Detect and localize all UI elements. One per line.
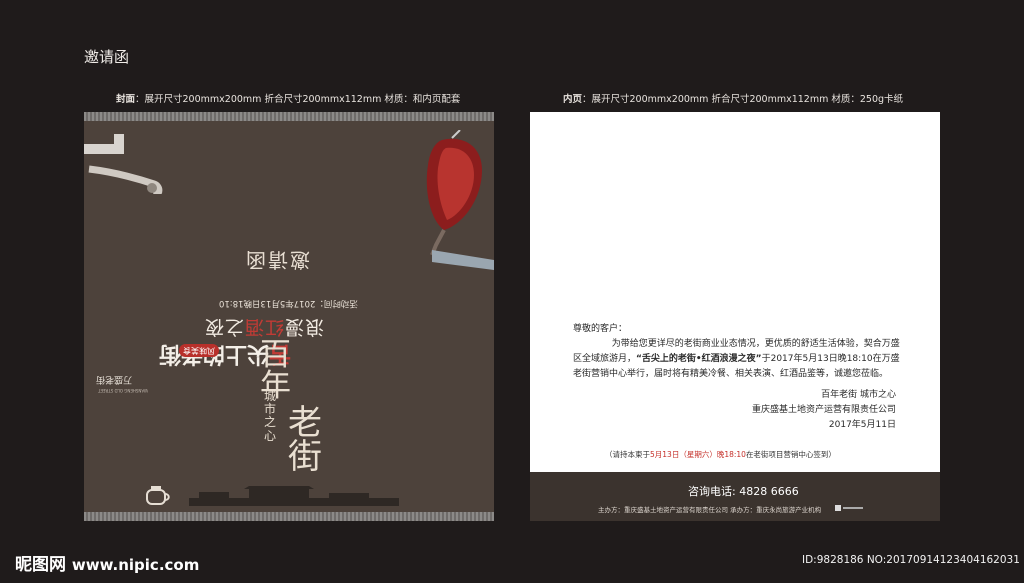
- invitation-body: 尊敬的客户： 为带给您更详尽的老街商业业态情况，更优质的舒适生活体验，契合万盛区…: [573, 322, 906, 433]
- wine-glass-icon: [426, 130, 494, 270]
- hotline-label: 咨询电话:: [688, 485, 736, 498]
- teapot-icon: [146, 486, 170, 505]
- watermark-id: ID:9828186 NO:20170914123404162031: [802, 554, 1020, 566]
- cover-brand-sub: WANSHENG OLD STREET: [98, 388, 148, 393]
- cover-event-date: 活动时间：2017年5月13日晚18:10: [219, 298, 358, 308]
- hotline: 咨询电话: 4828 6666: [688, 483, 799, 499]
- cover-top-border: [84, 112, 494, 121]
- salutation: 尊敬的客户：: [573, 324, 628, 334]
- cover-spec-text: ：展开尺寸200mmx200mm 折合尺寸200mmx112mm 材质：和内页配…: [135, 94, 461, 105]
- cover-badge: 风味美食: [179, 344, 219, 357]
- cover-spec-label: 封面: [116, 94, 136, 105]
- cover-title: 邀请函: [244, 248, 310, 272]
- event-name-suffix: 之夜: [204, 316, 245, 338]
- hotline-number: 4828 6666: [739, 485, 799, 498]
- cover-brand: 万盛老街: [96, 374, 133, 384]
- cover-badge-text: 风味美食: [179, 344, 219, 357]
- scroll-ornament-icon: [84, 134, 163, 194]
- watermark-logo: 昵图网 www.nipic.com: [15, 550, 199, 575]
- event-name-prefix: 浪漫: [284, 316, 325, 338]
- cover-bottom-border: [84, 512, 494, 521]
- invitation-paragraph: 为带给您更详尽的老街商业业态情况，更优质的舒适生活体验，契合万盛区全域旅游月，“…: [573, 337, 906, 382]
- credits: 主办方：重庆盛基土地资产运营有限责任公司 承办方：重庆永尚旅游产业机构: [598, 506, 822, 514]
- calligraphy-small: 城市之心: [264, 389, 277, 443]
- inner-footer: 咨询电话: 4828 6666 主办方：重庆盛基土地资产运营有限责任公司 承办方…: [530, 472, 940, 521]
- inner-spec-text: ：展开尺寸200mmx200mm 折合尺寸200mmx112mm 材质：250g…: [582, 94, 904, 105]
- note-suffix: 在老街项目营销中心签到）: [745, 450, 836, 459]
- inner-spec-label: 内页: [563, 94, 583, 105]
- page-title: 邀请函: [84, 48, 130, 66]
- sign-company: 重庆盛基土地资产运营有限责任公司: [751, 405, 896, 415]
- sign-slogan: 百年老街 城市之心: [821, 390, 896, 400]
- note-prefix: （请持本柬于: [605, 450, 650, 459]
- sponsor-logo-icon: [835, 505, 863, 511]
- old-street-skyline: [189, 486, 399, 506]
- calligraphy-laojie: 老街: [288, 403, 322, 477]
- inner-spec: 内页：展开尺寸200mmx200mm 折合尺寸200mmx112mm 材质：25…: [563, 91, 903, 105]
- watermark-url: www.nipic.com: [71, 556, 200, 574]
- watermark-site: 昵图网: [15, 555, 66, 575]
- body-highlight: “舌尖上的老街•红酒浪漫之夜”: [636, 354, 762, 364]
- note-red: 5月13日（星期六）晚18:10: [650, 450, 746, 459]
- sign-date: 2017年5月11日: [828, 420, 896, 430]
- event-name-red: 红酒: [244, 316, 285, 338]
- cover-spec: 封面：展开尺寸200mmx200mm 折合尺寸200mmx112mm 材质：和内…: [116, 91, 460, 105]
- checkin-note: （请持本柬于5月13日（星期六）晚18:10在老街项目营销中心签到）: [605, 449, 836, 460]
- inner-panel: 尊敬的客户： 为带给您更详尽的老街商业业态情况，更优质的舒适生活体验，契合万盛区…: [530, 112, 940, 521]
- cover-panel: 邀请函 活动时间：2017年5月13日晚18:10 浪漫红酒之夜 舌尖上的老街 …: [84, 112, 494, 521]
